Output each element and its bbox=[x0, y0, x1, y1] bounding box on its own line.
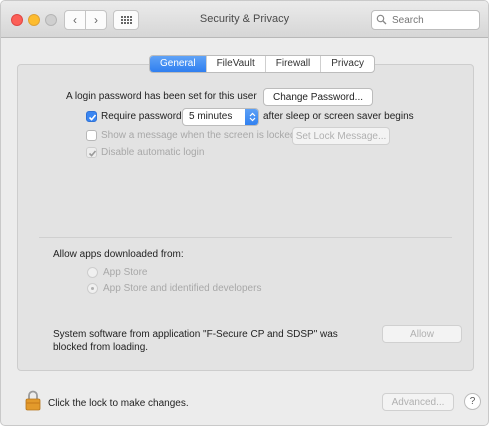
show-message-checkbox[interactable] bbox=[86, 130, 97, 141]
section-divider bbox=[39, 237, 452, 238]
checkmark-icon bbox=[88, 114, 97, 121]
lock-icon[interactable] bbox=[25, 389, 41, 411]
require-password-checkbox[interactable] bbox=[86, 111, 97, 122]
disable-auto-login-checkbox[interactable] bbox=[86, 147, 97, 158]
tab-privacy[interactable]: Privacy bbox=[320, 56, 374, 72]
chevron-right-icon: › bbox=[94, 13, 98, 27]
back-button[interactable]: ‹ bbox=[64, 10, 86, 30]
require-password-delay-value: 5 minutes bbox=[189, 111, 233, 122]
security-privacy-window: ‹ › Security & Privacy General FileVault… bbox=[0, 0, 489, 426]
forward-button[interactable]: › bbox=[85, 10, 107, 30]
change-password-button[interactable]: Change Password... bbox=[263, 88, 373, 106]
require-password-delay-select[interactable]: 5 minutes bbox=[182, 108, 259, 126]
advanced-button[interactable]: Advanced... bbox=[382, 393, 454, 411]
tab-bar: General FileVault Firewall Privacy bbox=[149, 55, 375, 73]
radio-app-store-identified-label: App Store and identified developers bbox=[103, 283, 262, 294]
title-bar: ‹ › Security & Privacy bbox=[1, 1, 488, 38]
blocked-software-text-line2: blocked from loading. bbox=[53, 342, 149, 353]
radio-app-store[interactable] bbox=[87, 267, 98, 278]
radio-app-store-label: App Store bbox=[103, 267, 148, 278]
blocked-software-text-line1: System software from application "F-Secu… bbox=[53, 329, 338, 340]
set-lock-message-button[interactable]: Set Lock Message... bbox=[292, 127, 390, 145]
zoom-window-button[interactable] bbox=[45, 14, 57, 26]
help-button[interactable]: ? bbox=[464, 393, 481, 410]
checkmark-icon bbox=[88, 150, 97, 157]
allow-button[interactable]: Allow bbox=[382, 325, 462, 343]
allow-apps-heading: Allow apps downloaded from: bbox=[53, 249, 184, 260]
close-window-button[interactable] bbox=[11, 14, 23, 26]
search-input[interactable] bbox=[371, 10, 480, 30]
chevron-updown-icon bbox=[245, 109, 258, 125]
minimize-window-button[interactable] bbox=[28, 14, 40, 26]
radio-app-store-identified[interactable] bbox=[87, 283, 98, 294]
question-mark-icon: ? bbox=[469, 396, 476, 407]
show-message-label: Show a message when the screen is locked bbox=[101, 130, 296, 141]
show-all-button[interactable] bbox=[113, 10, 139, 30]
chevron-left-icon: ‹ bbox=[73, 13, 77, 27]
show-all-grid-icon bbox=[120, 16, 132, 24]
tab-firewall[interactable]: Firewall bbox=[264, 56, 320, 72]
disable-auto-login-label: Disable automatic login bbox=[101, 147, 205, 158]
tab-general[interactable]: General bbox=[150, 56, 206, 72]
require-password-suffix: after sleep or screen saver begins bbox=[263, 111, 414, 122]
search-icon bbox=[376, 14, 387, 25]
require-password-label: Require password bbox=[101, 111, 182, 122]
tab-filevault[interactable]: FileVault bbox=[205, 56, 265, 72]
lock-status-text: Click the lock to make changes. bbox=[48, 398, 189, 409]
password-set-text: A login password has been set for this u… bbox=[66, 91, 257, 102]
